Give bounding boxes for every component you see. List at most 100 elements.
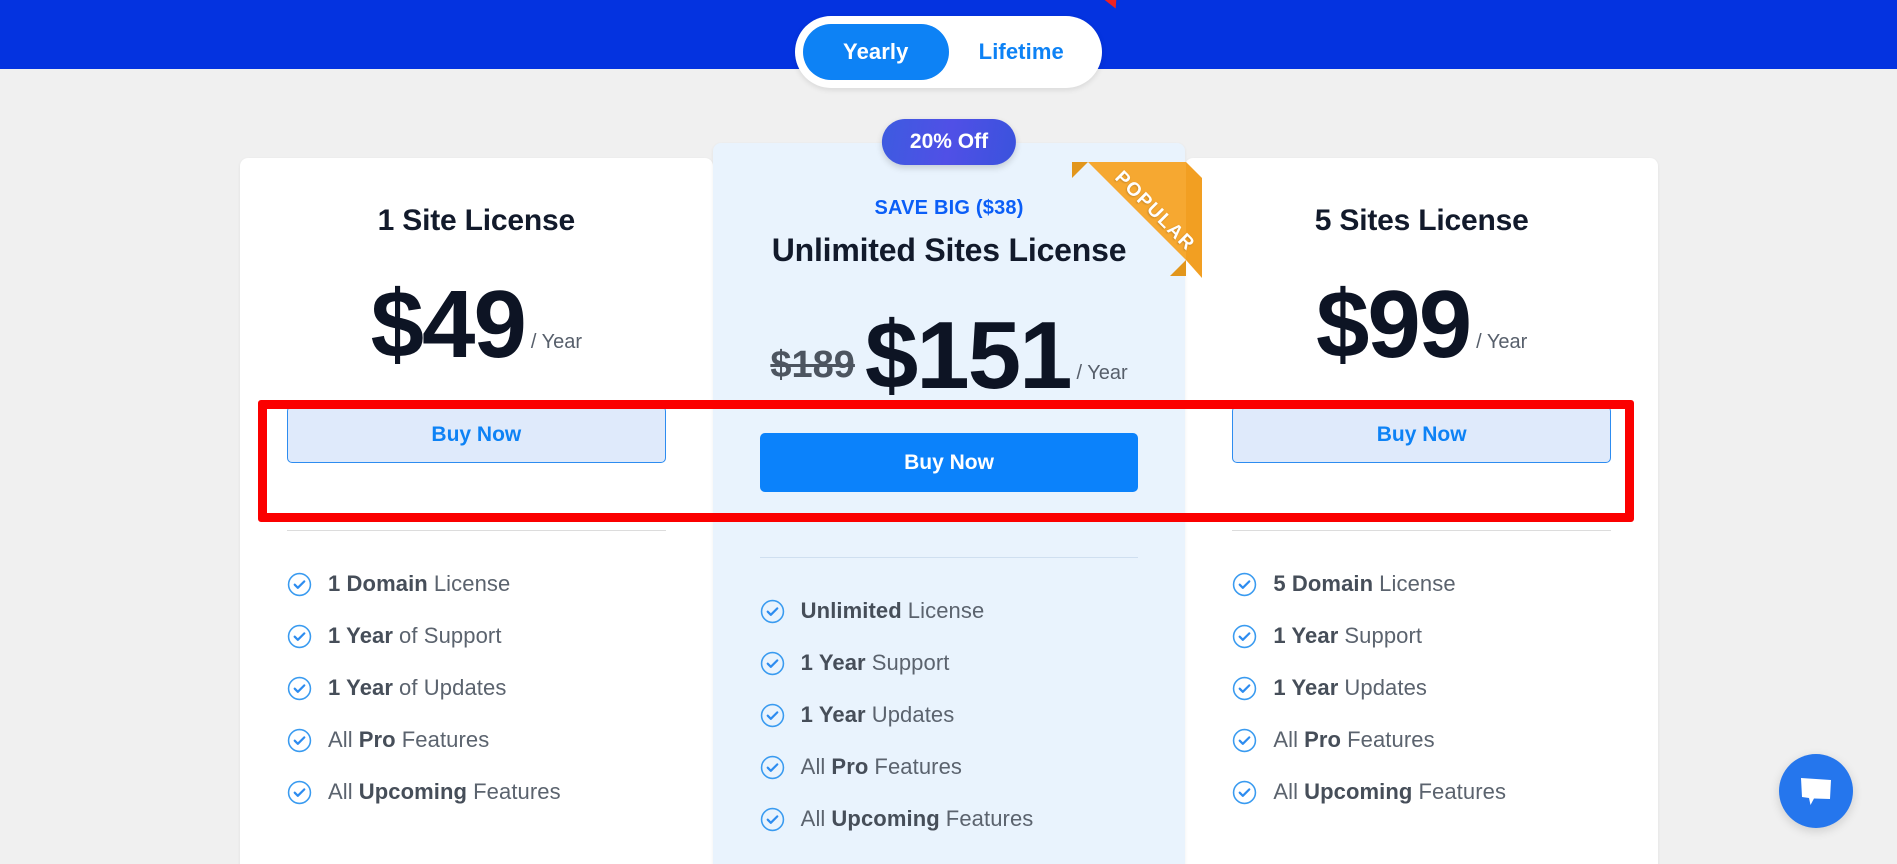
feature-rest: License — [907, 598, 985, 623]
pricing-card-unlimited: 20% Off POPULAR SAVE BIG ($38) Unlimited… — [712, 119, 1203, 864]
list-item: 5 Domain License — [1232, 571, 1611, 597]
price-period: / Year — [530, 331, 582, 353]
check-circle-icon — [1233, 728, 1257, 752]
cta-area: Buy Now — [713, 433, 1186, 492]
check-circle-icon — [760, 651, 784, 675]
feature-rest: Features — [1347, 727, 1435, 752]
feature-strong: 1 Year — [800, 650, 866, 675]
billing-period-toggle[interactable]: Yearly Lifetime — [795, 16, 1102, 88]
feature-strong: Pro — [358, 727, 396, 752]
list-item: All Upcoming Features — [1232, 779, 1611, 805]
pricing-section: 1 Site License $49 / Year Buy Now 1 Doma… — [240, 119, 1659, 864]
plan-title: Unlimited Sites License — [771, 232, 1127, 268]
price-row: $99 / Year — [1185, 260, 1658, 378]
feature-strong: Upcoming — [1304, 779, 1413, 804]
buy-now-button-unlimited[interactable]: Buy Now — [759, 433, 1139, 492]
feature-rest: License — [1379, 571, 1456, 596]
price-row: $189 $151 / Year — [713, 291, 1186, 409]
cta-area: Buy Now — [1185, 406, 1658, 463]
feature-strong: Upcoming — [358, 779, 468, 804]
feature-strong: Pro — [1304, 727, 1342, 752]
feature-lead: All — [800, 754, 826, 779]
pricing-card-5-sites: 5 Sites License $99 / Year Buy Now 5 Dom… — [1185, 158, 1659, 864]
list-item: 1 Year Support — [1232, 623, 1611, 649]
check-circle-icon — [1233, 624, 1257, 648]
price-amount: $49 — [370, 270, 527, 378]
check-circle-icon — [287, 728, 312, 752]
feature-rest: of Updates — [399, 675, 507, 700]
list-item: 1 Domain License — [287, 571, 666, 597]
toggle-option-lifetime[interactable]: Lifetime — [949, 24, 1095, 80]
feature-lead: All — [328, 779, 353, 804]
save-big-label: SAVE BIG ($38) — [874, 197, 1024, 219]
list-item: 1 Year Updates — [1232, 675, 1611, 701]
feature-strong: 5 Domain — [1273, 571, 1374, 596]
feature-strong: 1 Year — [1273, 623, 1339, 648]
price-amount: $99 — [1316, 270, 1472, 378]
chat-launcher-button[interactable] — [1779, 754, 1853, 828]
price-period: / Year — [1476, 331, 1528, 353]
list-item: Unlimited License — [760, 598, 1139, 624]
toggle-option-yearly[interactable]: Yearly — [803, 24, 949, 80]
feature-strong: Upcoming — [831, 806, 940, 831]
discount-badge: 20% Off — [881, 119, 1017, 165]
pricing-card-list: 1 Site License $49 / Year Buy Now 1 Doma… — [240, 119, 1659, 864]
old-price: $189 — [770, 344, 855, 386]
chat-bubble-icon — [1801, 778, 1831, 805]
check-circle-icon — [287, 572, 312, 596]
feature-lead: All — [328, 727, 353, 752]
check-circle-icon — [1233, 676, 1257, 700]
list-item: All Upcoming Features — [760, 806, 1139, 832]
check-circle-icon — [287, 780, 312, 804]
feature-rest: Support — [871, 650, 950, 675]
price-amount: $151 — [864, 301, 1073, 409]
feature-strong: 1 Domain — [328, 571, 428, 596]
feature-strong: 1 Year — [328, 675, 394, 700]
check-circle-icon — [1233, 780, 1257, 804]
feature-strong: 1 Year — [328, 623, 394, 648]
check-circle-icon — [287, 624, 312, 648]
pricing-card-1-site: 1 Site License $49 / Year Buy Now 1 Doma… — [240, 158, 713, 864]
feature-rest: Features — [401, 727, 490, 752]
feature-list: 1 Domain License 1 Year of Support 1 Year o… — [240, 571, 713, 805]
feature-strong: 1 Year — [1273, 675, 1339, 700]
check-circle-icon — [287, 676, 312, 700]
cta-area: Buy Now — [240, 406, 713, 463]
card-divider — [1232, 530, 1612, 531]
list-item: All Pro Features — [760, 754, 1139, 780]
feature-rest: of Support — [399, 623, 502, 648]
check-circle-icon — [760, 807, 784, 831]
feature-strong: Pro — [831, 754, 869, 779]
feature-list: 5 Domain License 1 Year Support 1 Year Upda… — [1185, 571, 1658, 805]
price-period: / Year — [1076, 362, 1128, 384]
list-item: 1 Year Support — [760, 650, 1139, 676]
feature-rest: Features — [874, 754, 963, 779]
feature-rest: Support — [1344, 623, 1423, 648]
list-item: 1 Year of Updates — [287, 675, 666, 701]
buy-now-button-1-site[interactable]: Buy Now — [287, 406, 666, 463]
feature-rest: Features — [945, 806, 1034, 831]
check-circle-icon — [760, 703, 784, 727]
list-item: All Pro Features — [287, 727, 666, 753]
feature-lead: All — [1273, 727, 1299, 752]
plan-title: 5 Sites License — [1314, 204, 1529, 237]
feature-rest: Updates — [871, 702, 955, 727]
feature-strong: Unlimited — [800, 598, 902, 623]
list-item: All Pro Features — [1232, 727, 1611, 753]
feature-rest: Features — [1418, 779, 1507, 804]
plan-title: 1 Site License — [377, 204, 576, 237]
buy-now-button-5-sites[interactable]: Buy Now — [1232, 406, 1612, 463]
check-circle-icon — [1233, 572, 1257, 596]
popular-ribbon: POPULAR — [1054, 146, 1203, 294]
feature-strong: 1 Year — [800, 702, 866, 727]
price-row: $49 / Year — [240, 260, 713, 378]
feature-rest: License — [433, 571, 511, 596]
list-item: 1 Year Updates — [760, 702, 1139, 728]
list-item: All Upcoming Features — [287, 779, 666, 805]
check-circle-icon — [760, 599, 784, 623]
feature-rest: Features — [473, 779, 561, 804]
feature-lead: All — [1273, 779, 1299, 804]
feature-list: Unlimited License 1 Year Support 1 Year Upd… — [713, 598, 1186, 832]
list-item: 1 Year of Support — [287, 623, 666, 649]
check-circle-icon — [760, 755, 784, 779]
